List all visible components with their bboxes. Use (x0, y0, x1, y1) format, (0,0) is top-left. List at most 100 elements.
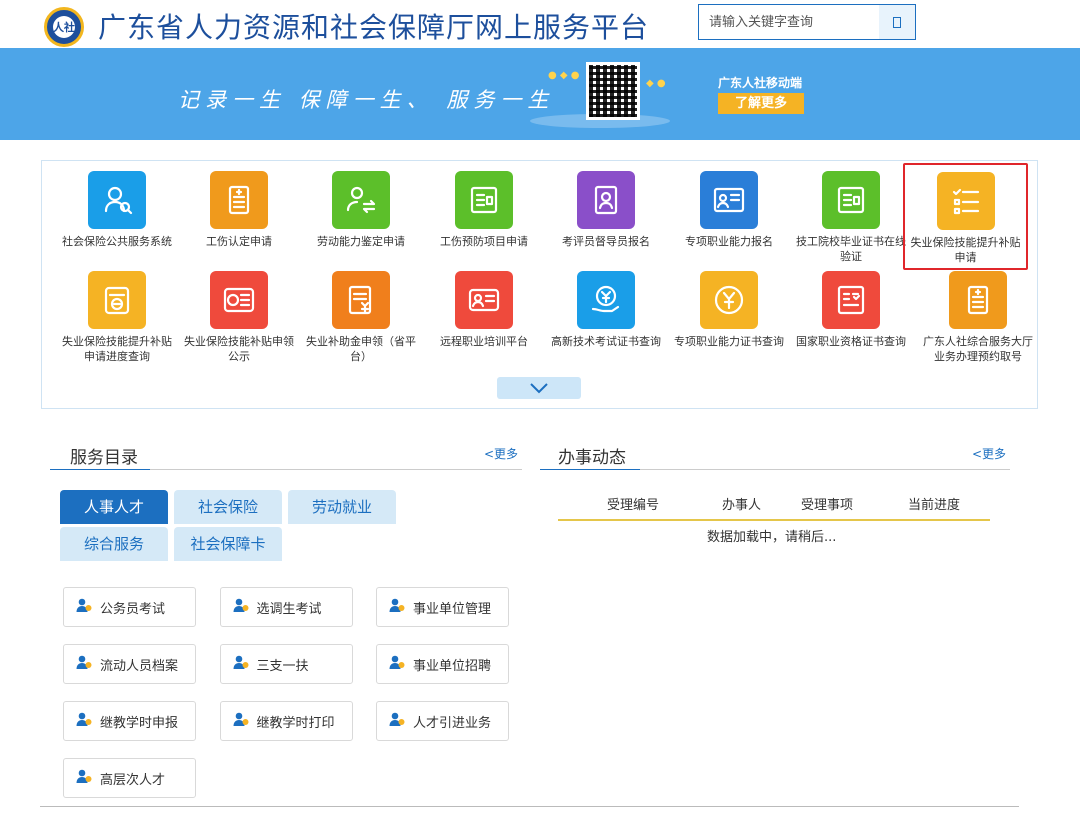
loading-message: 数据加载中，请稍后... (707, 530, 837, 545)
catalog-title: 服务目录 (70, 448, 138, 468)
catalog-divider (50, 469, 522, 470)
service-label: 远程职业培训平台 (440, 335, 528, 348)
service-tile[interactable]: 社会保险公共服务系统 (56, 171, 178, 249)
learn-more-button[interactable]: 了解更多 (718, 93, 804, 114)
service-tile[interactable]: 失业保险技能提升补贴申请 (903, 163, 1028, 270)
id-card-icon (455, 271, 513, 329)
mobile-app-label: 广东人社移动端 (718, 76, 803, 90)
person-icon (389, 711, 413, 731)
person-icon (389, 597, 413, 617)
catalog-service-label: 选调生考试 (256, 601, 322, 617)
service-label: 失业保险技能提升补贴申请进度查询 (62, 335, 172, 363)
catalog-service-button[interactable]: 流动人员档案 (63, 644, 196, 684)
service-label: 专项职业能力报名 (685, 235, 773, 248)
document-plus-icon (210, 171, 268, 229)
certificate-icon (455, 171, 513, 229)
catalog-more-link[interactable]: <更多 (484, 445, 518, 462)
service-tile[interactable]: 技工院校毕业证书在线验证 (790, 171, 912, 264)
activity-more-link[interactable]: <更多 (972, 445, 1006, 462)
service-label: 技工院校毕业证书在线验证 (796, 235, 906, 263)
catalog-service-button[interactable]: 选调生考试 (219, 587, 353, 627)
service-label: 广东人社综合服务大厅业务办理预约取号 (923, 335, 1033, 363)
search-input[interactable] (699, 5, 879, 39)
service-label: 工伤认定申请 (206, 235, 272, 248)
service-label: 社会保险公共服务系统 (62, 235, 172, 248)
site-logo[interactable]: 人社 (44, 7, 84, 47)
catalog-service-label: 事业单位管理 (413, 601, 492, 617)
checklist-icon (936, 172, 995, 230)
qualification-icon (822, 271, 880, 329)
qr-code (586, 62, 640, 120)
catalog-service-label: 继教学时打印 (256, 715, 335, 731)
catalog-service-button[interactable]: 公务员考试 (63, 587, 196, 627)
service-tile[interactable]: 工伤预防项目申请 (423, 171, 545, 249)
site-header: 人社 广东省人力资源和社会保障厅网上服务平台 (0, 0, 1080, 48)
catalog-service-button[interactable]: 事业单位招聘 (376, 644, 509, 684)
logo-text: 人社 (53, 21, 75, 34)
footer-divider (40, 806, 1019, 807)
yuan-doc-icon (332, 271, 390, 329)
person-icon (76, 654, 100, 674)
catalog-service-label: 公务员考试 (100, 601, 166, 617)
person-icon (233, 597, 257, 617)
tab-laodong-jiuye[interactable]: 劳动就业 (288, 490, 396, 524)
column-header: 受理编号 (607, 498, 660, 513)
banner: 记录一生 保障一生、 服务一生 ● ◆ ● ◆ ● 广东人社移动端 了解更多 (0, 48, 1080, 140)
certificate-icon (822, 171, 880, 229)
service-label: 专项职业能力证书查询 (674, 335, 784, 348)
search-icon (893, 16, 901, 28)
catalog-service-label: 三支一扶 (256, 658, 309, 674)
catalog-service-button[interactable]: 继教学时申报 (63, 701, 196, 741)
catalog-service-button[interactable]: 人才引进业务 (376, 701, 509, 741)
tab-shehui-baozhangka[interactable]: 社会保障卡 (174, 527, 282, 561)
tab-zonghe-fuwu[interactable]: 综合服务 (60, 527, 168, 561)
service-tile[interactable]: 专项职业能力报名 (668, 171, 790, 249)
site-title: 广东省人力资源和社会保障厅网上服务平台 (98, 11, 650, 44)
catalog-service-label: 高层次人才 (100, 772, 166, 788)
user-search-icon (88, 171, 146, 229)
decor-dots: ● ◆ ● (548, 70, 580, 81)
service-tile[interactable]: 远程职业培训平台 (423, 271, 545, 349)
decor-dots: ◆ ● (646, 78, 666, 89)
service-label: 考评员督导员报名 (562, 235, 650, 248)
banner-slogan: 记录一生 保障一生、 服务一生 (178, 88, 555, 112)
yuan-hand-icon (577, 271, 635, 329)
person-icon (76, 711, 100, 731)
catalog-service-button[interactable]: 继教学时打印 (219, 701, 353, 741)
column-header: 当前进度 (908, 498, 961, 513)
progress-doc-icon (88, 271, 146, 329)
tab-shehui-baoxian[interactable]: 社会保险 (174, 490, 282, 524)
id-badge-icon (577, 171, 635, 229)
service-tile[interactable]: 高新技术考试证书查询 (545, 271, 667, 349)
service-tile[interactable]: 广东人社综合服务大厅业务办理预约取号 (917, 271, 1039, 364)
catalog-service-label: 人才引进业务 (413, 715, 492, 731)
service-tile[interactable]: 考评员督导员报名 (545, 171, 667, 249)
service-label: 失业补助金申领（省平台） (306, 335, 416, 363)
column-header: 办事人 (722, 498, 762, 513)
catalog-service-button[interactable]: 事业单位管理 (376, 587, 509, 627)
service-label: 工伤预防项目申请 (440, 235, 528, 248)
tab-renshi-rencai[interactable]: 人事人才 (60, 490, 168, 524)
service-tile[interactable]: 失业补助金申领（省平台） (300, 271, 422, 364)
service-tile[interactable]: 工伤认定申请 (178, 171, 300, 249)
service-label: 失业保险技能提升补贴申请 (910, 236, 1021, 264)
catalog-service-button[interactable]: 高层次人才 (63, 758, 196, 798)
search-button[interactable] (879, 5, 915, 39)
service-panel: 社会保险公共服务系统 工伤认定申请 劳动能力鉴定申请 工伤预防项目申请 考评员督… (41, 160, 1038, 409)
service-tile[interactable]: 失业保险技能提升补贴申请进度查询 (56, 271, 178, 364)
catalog-service-label: 继教学时申报 (100, 715, 179, 731)
users-exchange-icon (332, 171, 390, 229)
service-tile[interactable]: 劳动能力鉴定申请 (300, 171, 422, 249)
service-tile[interactable]: 国家职业资格证书查询 (790, 271, 912, 349)
column-header: 受理事项 (801, 498, 854, 513)
service-label: 高新技术考试证书查询 (551, 335, 661, 348)
document-plus-icon (949, 271, 1007, 329)
service-tile[interactable]: 失业保险技能补贴申领公示 (178, 271, 300, 364)
catalog-service-button[interactable]: 三支一扶 (219, 644, 353, 684)
expand-services-button[interactable] (497, 377, 581, 399)
profile-card-icon (700, 171, 758, 229)
card-list-icon (210, 271, 268, 329)
service-tile[interactable]: 专项职业能力证书查询 (668, 271, 790, 349)
activity-title: 办事动态 (558, 448, 626, 468)
service-label: 国家职业资格证书查询 (796, 335, 906, 348)
